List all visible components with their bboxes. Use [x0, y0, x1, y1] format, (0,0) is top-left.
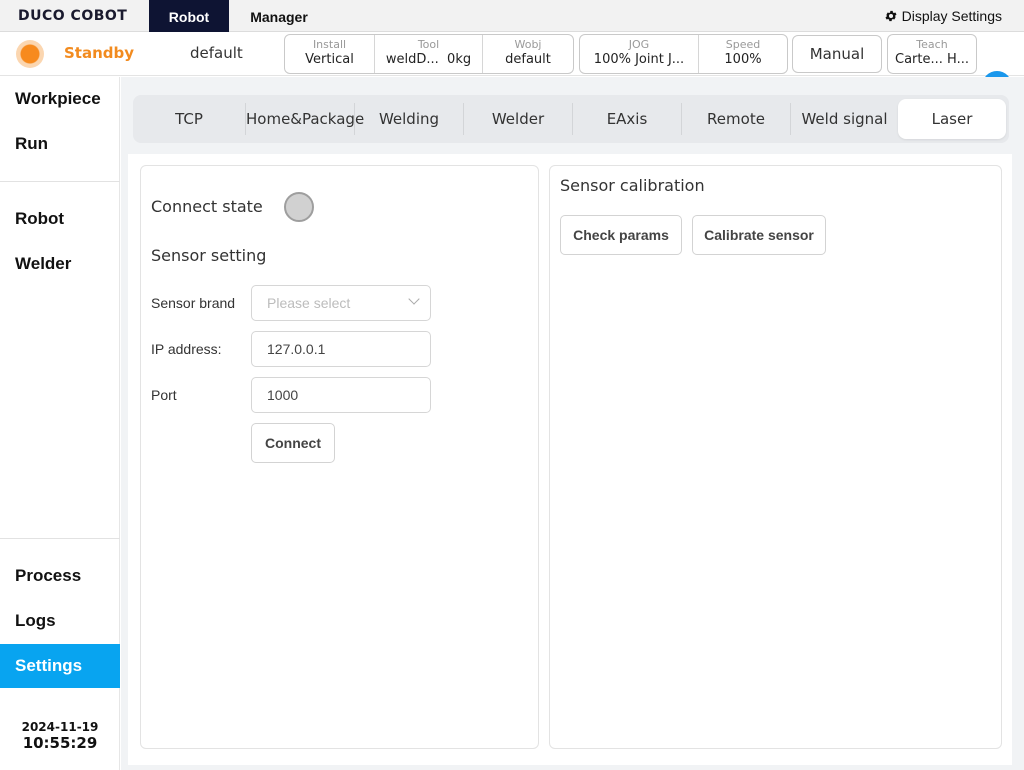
mode-manual-button[interactable]: Manual — [792, 35, 882, 73]
install-info: Install Vertical — [285, 35, 374, 73]
ip-address-label: IP address: — [151, 341, 222, 357]
sidebar-item-process[interactable]: Process — [0, 554, 120, 598]
wobj-info: Wobj default — [482, 35, 573, 73]
jog-info: JOG 100% Joint J... — [580, 35, 698, 73]
teach-value: Carte... H... — [895, 52, 969, 67]
chevron-down-icon — [408, 293, 420, 305]
install-label: Install — [312, 38, 347, 51]
wobj-label: Wobj — [514, 38, 542, 51]
jog-speed-box[interactable]: JOG 100% Joint J... Speed 100% — [579, 34, 788, 74]
robot-state: Standby — [64, 44, 135, 62]
sidebar-item-settings[interactable]: Settings — [0, 644, 120, 688]
teach-label: Teach — [916, 38, 948, 51]
display-settings-button[interactable]: Display Settings — [884, 8, 1002, 24]
install-value: Vertical — [305, 52, 354, 67]
install-tool-wobj-box[interactable]: Install Vertical Tool weldD... 0kg Wobj … — [284, 34, 574, 74]
sensor-brand-label: Sensor brand — [151, 295, 236, 311]
sidebar-item-welder[interactable]: Welder — [0, 242, 120, 286]
top-bar: DUCO COBOT Robot Manager Display Setting… — [0, 0, 1024, 32]
tool-value: weldD... — [385, 52, 439, 67]
jog-label: JOG — [628, 38, 650, 51]
sidebar: Workpiece Run Robot Welder Process Logs … — [0, 77, 120, 770]
sidebar-item-robot[interactable]: Robot — [0, 197, 120, 241]
settings-tab-bar: TCP Home&Package Welding Welder EAxis Re… — [133, 95, 1009, 143]
connect-state-indicator-icon — [284, 192, 314, 222]
sidebar-item-logs[interactable]: Logs — [0, 599, 120, 643]
laser-settings-content: Connect state Sensor setting Sensor bran… — [128, 154, 1012, 765]
check-params-button[interactable]: Check params — [560, 215, 682, 255]
tab-tcp[interactable]: TCP — [133, 99, 245, 139]
tab-remote[interactable]: Remote — [681, 103, 790, 135]
teach-box[interactable]: Teach Carte... H... — [887, 34, 977, 74]
port-input[interactable]: 1000 — [251, 377, 431, 413]
sensor-setting-title: Sensor setting — [151, 246, 267, 265]
sensor-brand-placeholder: Please select — [267, 295, 351, 311]
tool-info: Tool weldD... 0kg — [374, 35, 482, 73]
speed-label: Speed — [725, 38, 761, 51]
sidebar-divider — [0, 181, 120, 182]
tool-payload: 0kg — [447, 52, 472, 67]
port-label: Port — [151, 387, 177, 403]
sidebar-item-workpiece[interactable]: Workpiece — [0, 77, 120, 121]
tab-laser[interactable]: Laser — [898, 99, 1006, 139]
tool-value-row: weldD... 0kg — [375, 51, 482, 69]
tab-welding[interactable]: Welding — [354, 103, 463, 135]
sensor-calibration-title: Sensor calibration — [560, 176, 705, 195]
tool-label: Tool — [417, 38, 440, 51]
sensor-connection-panel: Connect state Sensor setting Sensor bran… — [140, 165, 539, 749]
sidebar-divider — [0, 538, 120, 539]
main-area: TCP Home&Package Welding Welder EAxis Re… — [121, 77, 1024, 770]
speed-info: Speed 100% — [698, 35, 787, 73]
brand-logo: DUCO COBOT — [18, 8, 128, 24]
sensor-brand-select[interactable]: Please select — [251, 285, 431, 321]
status-indicator-icon — [16, 40, 44, 68]
tab-welder[interactable]: Welder — [463, 103, 572, 135]
jog-value: 100% Joint J... — [593, 52, 685, 67]
gear-icon — [885, 10, 897, 22]
speed-value: 100% — [724, 52, 762, 67]
wobj-value: default — [505, 52, 551, 67]
connect-state-label: Connect state — [151, 197, 263, 216]
clock-time: 10:55:29 — [22, 734, 98, 752]
top-tab-manager[interactable]: Manager — [236, 0, 322, 32]
top-tab-robot[interactable]: Robot — [149, 0, 229, 32]
display-settings-label: Display Settings — [901, 8, 1002, 24]
sidebar-item-run[interactable]: Run — [0, 122, 120, 166]
tab-eaxis[interactable]: EAxis — [572, 103, 681, 135]
profile-name[interactable]: default — [190, 44, 243, 62]
clock-date: 2024-11-19 — [21, 720, 99, 734]
teach-info: Teach Carte... H... — [888, 35, 976, 73]
clock: 2024-11-19 10:55:29 — [0, 720, 120, 752]
ip-address-input[interactable]: 127.0.0.1 — [251, 331, 431, 367]
tab-weld-signal[interactable]: Weld signal — [790, 103, 898, 135]
connect-button[interactable]: Connect — [251, 423, 335, 463]
calibrate-sensor-button[interactable]: Calibrate sensor — [692, 215, 826, 255]
tab-home-package[interactable]: Home&Package — [245, 103, 364, 135]
sensor-calibration-panel: Sensor calibration Check params Calibrat… — [549, 165, 1002, 749]
